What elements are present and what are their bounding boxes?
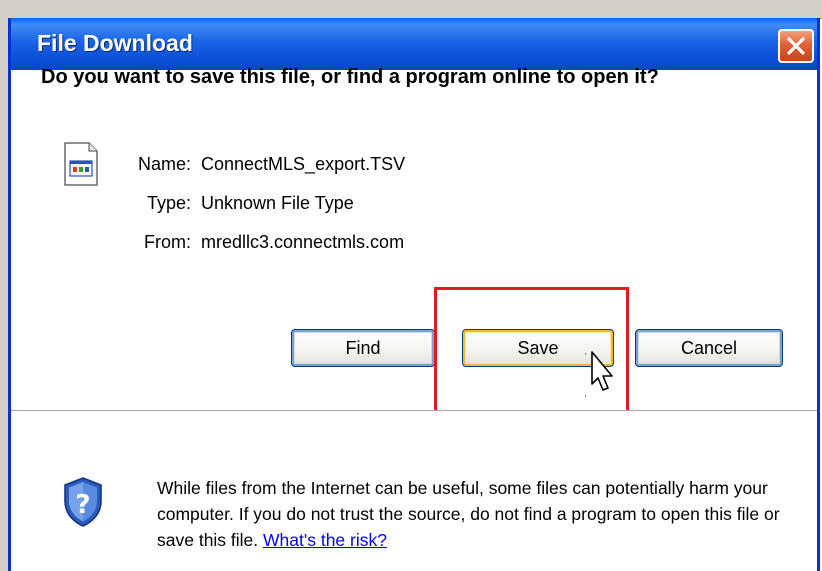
file-type-value: Unknown File Type <box>201 193 354 213</box>
file-from-value: mredllc3.connectmls.com <box>201 232 405 252</box>
security-shield-icon: ? <box>64 477 102 527</box>
file-from-label: From: <box>144 232 191 252</box>
file-name-value: ConnectMLS_export.TSV <box>201 154 406 174</box>
unknown-file-icon <box>64 142 98 186</box>
dialog-title: File Download <box>37 30 193 56</box>
file-download-dialog: File Download Do you want to save this f… <box>8 18 820 571</box>
find-button[interactable]: Find <box>291 329 435 367</box>
close-button[interactable] <box>778 29 814 63</box>
download-question: Do you want to save this file, or find a… <box>41 66 659 88</box>
title-bar[interactable]: File Download <box>11 18 817 70</box>
mouse-pointer-icon <box>585 351 613 397</box>
file-name-label: Name: <box>137 154 191 174</box>
warning-message: While files from the Internet can be use… <box>157 478 780 550</box>
svg-text:?: ? <box>75 490 90 520</box>
window-frame-top <box>0 0 822 19</box>
security-warning-text: While files from the Internet can be use… <box>157 475 807 553</box>
close-icon <box>787 37 805 55</box>
whats-the-risk-link[interactable]: What's the risk? <box>263 530 387 550</box>
file-type-label: Type: <box>146 193 191 213</box>
cancel-button[interactable]: Cancel <box>635 329 783 367</box>
window-frame-left <box>0 0 8 571</box>
